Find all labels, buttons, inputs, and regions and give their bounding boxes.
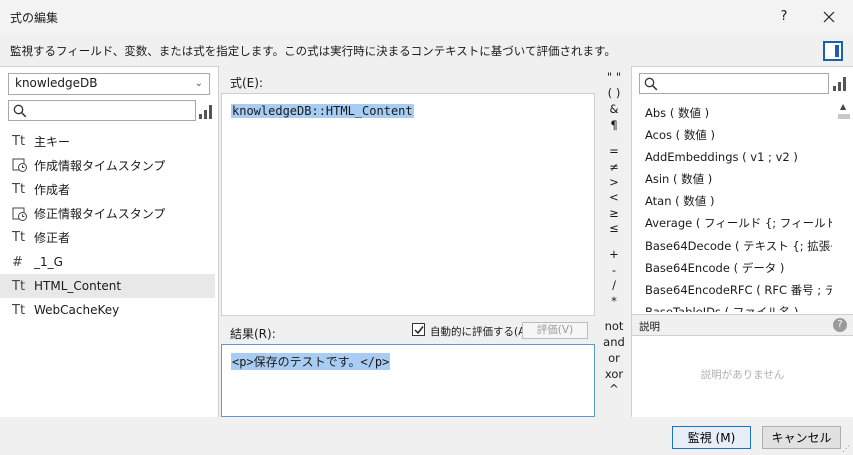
expression-editor[interactable]: knowledgeDB::HTML_Content: [221, 93, 595, 316]
title-bar: 式の編集 ?: [0, 0, 853, 34]
function-item[interactable]: Asin ( 数値 ): [632, 168, 832, 190]
auto-evaluate-label[interactable]: 自動的に評価する(A): [430, 324, 529, 339]
field-item[interactable]: 作成情報タイムスタンプ: [0, 153, 219, 177]
field-item[interactable]: Tt 主キー: [0, 129, 219, 153]
operator-button[interactable]: ^: [598, 382, 630, 396]
expression-text: knowledgeDB::HTML_Content: [231, 104, 414, 118]
resize-grip-icon[interactable]: ⋰: [842, 444, 850, 453]
result-view[interactable]: <p>保存のテストです。</p>: [221, 344, 595, 417]
operator-button[interactable]: -: [598, 263, 630, 277]
function-scrollbar[interactable]: ▲: [833, 102, 853, 312]
result-label: 結果(R):: [230, 327, 276, 341]
field-item[interactable]: Tt 修正者: [0, 226, 219, 250]
cancel-button[interactable]: キャンセル: [762, 426, 841, 449]
function-list: Abs ( 数値 ) Acos ( 数値 ) AddEmbeddings ( v1 …: [632, 102, 832, 312]
timestamp-field-icon: [12, 157, 34, 173]
function-panel: Abs ( 数値 ) Acos ( 数値 ) AddEmbeddings ( v1 …: [631, 66, 853, 417]
field-item[interactable]: 修正情報タイムスタンプ: [0, 202, 219, 226]
field-item-label: HTML_Content: [34, 279, 122, 294]
number-field-icon: #: [12, 254, 23, 270]
auto-evaluate-checkbox[interactable]: [412, 323, 425, 336]
help-button[interactable]: ?: [770, 4, 798, 30]
field-item[interactable]: # _1_G: [0, 250, 219, 274]
operator-button[interactable]: =: [598, 144, 630, 158]
operator-button[interactable]: and: [598, 335, 630, 349]
notes-header: 説明 ?: [632, 314, 853, 336]
field-list: Tt 主キー作成情報タイムスタンプ Tt 作成者修正情報タイムスタンプ Tt 修正者 # _1…: [0, 129, 219, 323]
evaluate-button[interactable]: 評価(V): [522, 322, 588, 339]
panel-toggle-icon[interactable]: [823, 41, 843, 61]
scroll-thumb[interactable]: [838, 114, 850, 119]
operator-button[interactable]: xor: [598, 367, 630, 381]
operator-button[interactable]: /: [598, 278, 630, 292]
function-item[interactable]: BaseTableIDs ( ファイル名 ): [632, 301, 832, 312]
operator-button[interactable]: not: [598, 319, 630, 333]
notes-empty-text: 説明がありません: [700, 369, 785, 381]
function-item[interactable]: Abs ( 数値 ): [632, 102, 832, 124]
operator-button[interactable]: +: [598, 247, 630, 261]
text-field-icon: Tt: [12, 230, 26, 246]
close-icon: [823, 11, 835, 23]
function-item[interactable]: Base64EncodeRFC ( RFC 番号 ; デ...: [632, 279, 832, 301]
operator-button[interactable]: *: [598, 294, 630, 308]
search-icon: [644, 77, 658, 91]
result-text: <p>保存のテストです。</p>: [231, 353, 391, 370]
table-select-value: knowledgeDB: [15, 76, 98, 90]
function-item[interactable]: Average ( フィールド {; フィールド...} ): [632, 212, 832, 234]
field-item[interactable]: Tt WebCacheKey: [0, 298, 219, 322]
field-item-label: 作成者: [34, 182, 71, 197]
function-item[interactable]: AddEmbeddings ( v1 ; v2 ): [632, 146, 832, 168]
window-title: 式の編集: [10, 11, 59, 25]
field-item[interactable]: Tt HTML_Content: [0, 274, 215, 299]
expression-label: 式(E):: [230, 76, 263, 90]
operator-button[interactable]: &: [598, 102, 630, 116]
function-item[interactable]: Atan ( 数値 ): [632, 190, 832, 212]
function-item[interactable]: Base64Decode ( テキスト {; 拡張子...: [632, 235, 832, 257]
operator-button[interactable]: ≠: [598, 160, 630, 174]
operator-button[interactable]: ≥: [598, 206, 630, 220]
operator-button[interactable]: <: [598, 190, 630, 204]
monitor-button[interactable]: 監視 (M): [672, 426, 751, 449]
check-icon: [414, 326, 424, 335]
field-item-label: WebCacheKey: [34, 303, 120, 318]
function-sort-icon[interactable]: [833, 77, 847, 91]
scroll-up-icon[interactable]: ▲: [840, 102, 846, 111]
field-item-label: 主キー: [34, 134, 71, 149]
timestamp-field-icon: [12, 206, 34, 222]
text-field-icon: Tt: [12, 278, 26, 294]
field-item[interactable]: Tt 作成者: [0, 177, 219, 201]
text-field-icon: Tt: [12, 181, 26, 197]
sort-options-icon[interactable]: [199, 105, 213, 119]
function-item[interactable]: Acos ( 数値 ): [632, 124, 832, 146]
table-select[interactable]: knowledgeDB ⌄: [8, 73, 210, 95]
function-item[interactable]: Base64Encode ( データ ): [632, 257, 832, 279]
operator-button[interactable]: >: [598, 175, 630, 189]
operator-button[interactable]: or: [598, 351, 630, 365]
dialog-description: 監視するフィールド、変数、または式を指定します。この式は実行時に決まるコンテキス…: [10, 44, 616, 58]
operator-button[interactable]: ¶: [598, 118, 630, 132]
help-icon[interactable]: ?: [833, 318, 847, 332]
function-search-box[interactable]: [639, 73, 829, 94]
notes-label: 説明: [639, 321, 660, 333]
field-item-label: 修正情報タイムスタンプ: [34, 207, 166, 222]
field-search-input[interactable]: [31, 103, 181, 118]
text-field-icon: Tt: [12, 302, 26, 318]
field-panel: knowledgeDB ⌄ Tt 主キー作成情報タイムスタンプ Tt 作成者修正情報タ…: [0, 66, 219, 417]
field-item-label: 作成情報タイムスタンプ: [34, 158, 166, 173]
function-search-input[interactable]: [662, 76, 812, 91]
field-item-label: _1_G: [34, 255, 63, 270]
operator-palette: " " ( ) & ¶ = ≠ > < ≥ ≤ + - / * not and or xor ^: [598, 66, 630, 417]
operator-button[interactable]: ≤: [598, 221, 630, 235]
chevron-down-icon: ⌄: [194, 78, 203, 89]
field-search-box[interactable]: [8, 100, 196, 121]
field-item-label: 修正者: [34, 231, 71, 246]
text-field-icon: Tt: [12, 133, 26, 149]
operator-button[interactable]: ( ): [598, 86, 630, 100]
search-icon: [13, 104, 27, 118]
operator-button[interactable]: " ": [598, 70, 630, 84]
close-button[interactable]: [814, 4, 844, 30]
